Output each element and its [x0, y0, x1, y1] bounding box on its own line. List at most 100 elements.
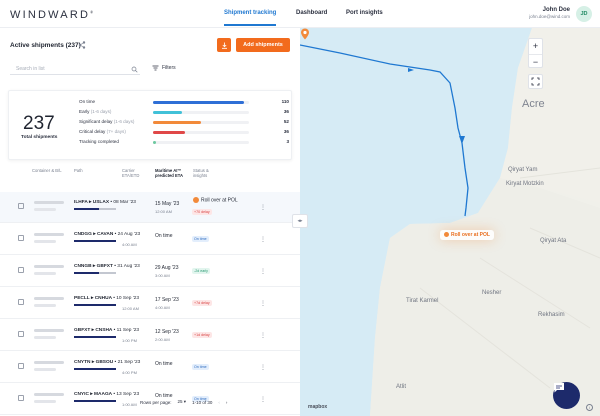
mapbox-logo[interactable]: mapbox	[308, 404, 327, 410]
rollover-alert[interactable]: Roll over at POL	[193, 197, 238, 203]
route-progress-line	[74, 272, 116, 274]
filters-label: Filters	[162, 65, 176, 71]
bl-id-redacted	[34, 368, 56, 371]
bl-id-redacted	[34, 304, 56, 307]
summary-row[interactable]: Tracking completed 3	[79, 139, 289, 147]
panel-collapse-toggle[interactable]: ◂ ▸	[292, 214, 308, 228]
carrier-time: 4:00 PM	[122, 370, 137, 375]
summary-row-count: 3	[286, 139, 289, 144]
route-path: CNYIC ▸ MAAGA • 13 Sep '23	[74, 392, 140, 397]
summary-row-count: 52	[283, 119, 289, 124]
place-rekhasim: Rekhasim	[538, 312, 565, 318]
predicted-eta-time: 4:00 AM	[155, 305, 170, 310]
table-row[interactable]: PECLL ▸ CNHUA • 10 Sep '23 12:00 AM 17 Sep…	[0, 288, 300, 319]
search-icon	[131, 66, 138, 73]
status-badge: +1d delay	[192, 332, 212, 338]
filters-button[interactable]: Filters	[152, 65, 176, 71]
route-progress-line	[74, 208, 116, 210]
nav-dashboard[interactable]: Dashboard	[296, 10, 327, 16]
table-row[interactable]: CNYTN ▸ GBSOU • 21 Sep '23 4:00 PM On time…	[0, 352, 300, 383]
predicted-eta-time: 3:00 AM	[155, 273, 170, 278]
avatar[interactable]: JD	[576, 6, 592, 22]
row-checkbox[interactable]	[18, 235, 24, 241]
page-range: 1-10 of 30	[192, 399, 213, 405]
zoom-out-button[interactable]: −	[529, 54, 542, 69]
pagination: Rows per page: 25 ▾ 1-10 of 30 ‹ ›	[140, 399, 227, 405]
row-checkbox[interactable]	[18, 331, 24, 337]
container-id-redacted	[34, 201, 64, 204]
table-row[interactable]: ILHFA ▸ USLAX • 08 Mar '23 15 May '23 12:0…	[0, 192, 300, 223]
summary-bar-track	[153, 141, 249, 144]
predicted-eta-time: 12:00 AM	[155, 209, 172, 214]
place-atlit: Atlit	[396, 384, 407, 390]
carrier-time: 1:00 PM	[122, 338, 137, 343]
col-container[interactable]: Container & B/L	[32, 168, 62, 173]
table-row[interactable]: CNDGG ▸ CAVAN • 24 Aug '23 4:00 AM On time…	[0, 224, 300, 255]
predicted-eta: On time	[155, 361, 173, 367]
row-checkbox[interactable]	[18, 395, 24, 401]
row-checkbox[interactable]	[18, 363, 24, 369]
summary-row-label: Critical delay (7+ days)	[79, 129, 126, 134]
chat-button[interactable]	[553, 382, 580, 409]
bl-id-redacted	[34, 208, 56, 211]
summary-row-count: 36	[283, 109, 289, 114]
summary-card: 237 Total shipments On time 110 Early (1-…	[8, 90, 292, 160]
nav-port-insights[interactable]: Port insights	[346, 10, 383, 16]
summary-row[interactable]: On time 110	[79, 99, 289, 107]
search-input[interactable]: Search in list	[10, 64, 140, 75]
container-id-redacted	[34, 361, 64, 364]
table-header: Container & B/L Path Carrier ETA/ETD Mar…	[0, 164, 300, 190]
row-menu-icon[interactable]: ⋮	[260, 236, 266, 243]
bl-id-redacted	[34, 336, 56, 339]
chat-icon	[554, 383, 564, 393]
row-checkbox[interactable]	[18, 267, 24, 273]
summary-bar	[153, 111, 182, 114]
row-checkbox[interactable]	[18, 299, 24, 305]
share-icon[interactable]	[78, 41, 86, 49]
rollover-marker[interactable]: Roll over at POL	[440, 230, 494, 240]
prev-page-icon[interactable]: ‹	[218, 400, 220, 405]
predicted-eta: 12 Sep '23	[155, 329, 179, 335]
col-path[interactable]: Path	[74, 168, 83, 173]
fullscreen-button[interactable]	[528, 74, 543, 89]
add-shipments-button[interactable]: Add shipments	[236, 38, 290, 52]
summary-row-count: 36	[283, 129, 289, 134]
next-page-icon[interactable]: ›	[226, 400, 228, 405]
route-path: CNYTN ▸ GBSOU • 21 Sep '23	[74, 360, 141, 365]
carrier-time: 1:00 AM	[122, 402, 137, 407]
download-button[interactable]	[217, 38, 231, 52]
row-menu-icon[interactable]: ⋮	[260, 204, 266, 211]
windward-logo[interactable]: WINDWARD®	[10, 9, 93, 21]
row-checkbox[interactable]	[18, 203, 24, 209]
summary-row[interactable]: Significant delay (1-6 days) 52	[79, 119, 289, 127]
col-maritime-eta[interactable]: Maritime AI™ predicted ETA	[155, 168, 191, 178]
map-view[interactable]: Acre Qiryat Yam Kiryat Motzkin Qiryat At…	[300, 28, 600, 416]
predicted-eta-time: 2:00 AM	[155, 337, 170, 342]
row-menu-icon[interactable]: ⋮	[260, 364, 266, 371]
summary-row[interactable]: Early (1-6 days) 36	[79, 109, 289, 117]
predicted-eta: On time	[155, 233, 173, 239]
route-progress-line	[74, 368, 116, 370]
table-row[interactable]: CNNGB ▸ GBFXT • 31 Aug '23 29 Aug '23 3:00…	[0, 256, 300, 287]
bl-id-redacted	[34, 400, 56, 403]
user-name: John Doe	[542, 7, 570, 13]
nav-shipment-tracking[interactable]: Shipment tracking	[224, 10, 277, 26]
rows-per-page-select[interactable]: 25 ▾	[178, 399, 187, 405]
route-path: PECLL ▸ CNHUA • 10 Sep '23	[74, 296, 140, 301]
place-nesher: Nesher	[482, 290, 502, 296]
row-menu-icon[interactable]: ⋮	[260, 300, 266, 307]
carrier-time: 12:00 AM	[122, 306, 139, 311]
col-carrier[interactable]: Carrier ETA/ETD	[122, 168, 148, 178]
bl-id-redacted	[34, 240, 56, 243]
zoom-in-button[interactable]: +	[529, 39, 542, 54]
row-menu-icon[interactable]: ⋮	[260, 332, 266, 339]
summary-row[interactable]: Critical delay (7+ days) 36	[79, 129, 289, 137]
info-icon[interactable]: i	[586, 404, 593, 411]
row-menu-icon[interactable]: ⋮	[260, 268, 266, 275]
table-row[interactable]: GBFXT ▸ CNSHA • 11 Sep '23 1:00 PM 12 Sep …	[0, 320, 300, 351]
col-status[interactable]: Status & insights	[193, 168, 219, 178]
summary-row-label: Tracking completed	[79, 139, 119, 144]
location-pin-icon[interactable]	[300, 28, 310, 40]
row-menu-icon[interactable]: ⋮	[260, 396, 266, 403]
route-progress-line	[74, 400, 116, 402]
